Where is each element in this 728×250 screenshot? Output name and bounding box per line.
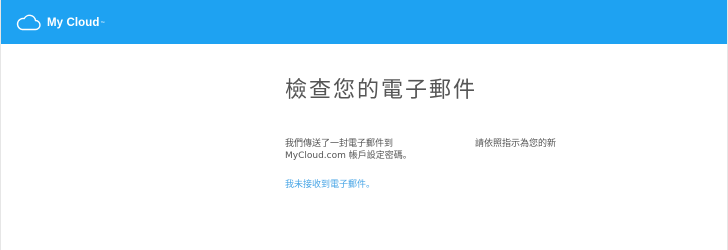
- my-cloud-logo[interactable]: My Cloud ™: [15, 14, 105, 31]
- page-title: 檢查您的電子郵件: [285, 78, 478, 103]
- cloud-icon: [16, 14, 41, 31]
- message-line-1-end: 請依照指示為您的新: [475, 139, 557, 149]
- message-line-1-start: 我們傳送了一封電子郵件到: [285, 139, 394, 149]
- top-bar: My Cloud ™: [1, 0, 727, 44]
- brand-name: My Cloud: [47, 16, 100, 29]
- email-not-received-link[interactable]: 我未接收到電子郵件。: [285, 177, 375, 190]
- page: My Cloud ™ 檢查您的電子郵件 我們傳送了一封電子郵件到 請依照指示為您…: [0, 0, 728, 250]
- message-line-2: MyCloud.com 帳戶設定密碼。: [285, 151, 412, 161]
- trademark-symbol: ™: [100, 20, 105, 25]
